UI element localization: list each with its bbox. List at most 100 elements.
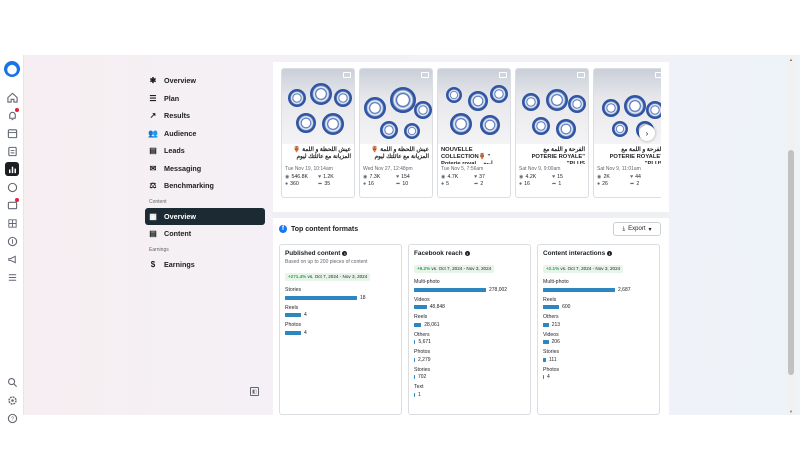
post-thumbnail bbox=[438, 69, 510, 144]
nav-item-overview[interactable]: ▦ Overview bbox=[145, 207, 265, 225]
meta-business-logo-icon[interactable]: ⬤ bbox=[4, 61, 20, 77]
format-value: 206 bbox=[551, 339, 560, 345]
settings-gear-icon[interactable] bbox=[5, 393, 19, 407]
format-bar-line: 2,687 bbox=[543, 287, 654, 293]
help-icon[interactable]: ? bbox=[5, 411, 19, 425]
format-row: Multi-photo 2,687 bbox=[543, 279, 654, 293]
share-icon: ➦ bbox=[318, 181, 323, 187]
plate-shape bbox=[364, 97, 386, 119]
heart-icon: ♥ bbox=[630, 174, 634, 180]
caret-down-icon: ▾ bbox=[648, 226, 652, 233]
format-value: 600 bbox=[562, 304, 571, 310]
heart-icon: ♥ bbox=[474, 174, 478, 180]
post-caption: الفرحة و اللمة مع "POTERIE ROYALE PLUS" bbox=[609, 147, 661, 164]
format-value: 48,848 bbox=[429, 304, 445, 310]
carousel-next-chevron-icon[interactable]: › bbox=[639, 125, 655, 141]
insights-icon[interactable] bbox=[5, 162, 19, 176]
format-row: Videos 48,848 bbox=[414, 297, 525, 310]
card-title-text: Facebook reach bbox=[414, 250, 463, 257]
comparison-badge: +2.1% vs. Oct 7, 2024 - Nov 3, 2024 bbox=[543, 264, 624, 273]
delta-value: +2.1% bbox=[546, 266, 560, 271]
posts-icon[interactable] bbox=[5, 144, 19, 158]
nav-item-benchmarking[interactable]: ⚖ Benchmarking bbox=[145, 177, 265, 195]
nav-item-audience[interactable]: 👥 Audience bbox=[145, 125, 265, 143]
nav-item-label: Benchmarking bbox=[164, 181, 214, 191]
inbox-icon[interactable] bbox=[5, 180, 19, 194]
format-label: Stories bbox=[414, 366, 431, 373]
notifications-icon[interactable] bbox=[5, 108, 19, 122]
monetization-icon[interactable] bbox=[5, 234, 19, 248]
comment-icon: ● bbox=[285, 181, 289, 187]
format-bar bbox=[543, 375, 544, 379]
export-button[interactable]: ⤓ Export ▾ bbox=[613, 222, 661, 236]
format-row: Photos 2,279 bbox=[414, 349, 525, 363]
info-icon[interactable]: i bbox=[607, 251, 613, 256]
sparkle-icon: ✱ bbox=[149, 76, 157, 86]
home-icon[interactable] bbox=[5, 90, 19, 104]
nav-item-results[interactable]: ↗ Results bbox=[145, 107, 265, 125]
format-card: Published content i Based on up to 200 p… bbox=[279, 244, 402, 415]
format-label: Photos bbox=[543, 366, 560, 373]
comments-stat: ● 16 bbox=[363, 181, 396, 187]
scroll-down-arrow-icon[interactable]: ▼ bbox=[787, 407, 795, 415]
post-card[interactable]: NOUVELLE COLLECTION🏺 " Poterie royal... … bbox=[437, 68, 511, 198]
megaphone-icon[interactable] bbox=[5, 252, 19, 266]
search-icon[interactable] bbox=[5, 375, 19, 389]
scroll-up-arrow-icon[interactable]: ▲ bbox=[787, 55, 795, 63]
plate-shape bbox=[322, 113, 344, 135]
planner-icon[interactable] bbox=[5, 216, 19, 230]
card-title-text: Content interactions bbox=[543, 250, 606, 257]
shares-stat: ➦ 2 bbox=[630, 181, 661, 187]
nav-item-label: Plan bbox=[164, 93, 180, 103]
nav-item-plan[interactable]: ☰ Plan bbox=[145, 90, 265, 108]
post-card[interactable]: عيش اللحظة و اللمة 🏺المزيانة مع عائلتك ل… bbox=[281, 68, 355, 198]
post-stats: ◉ 2K ♥ 44 ● 26 ➦ 2 bbox=[594, 172, 661, 187]
format-row: Others 213 bbox=[543, 314, 654, 328]
info-icon[interactable]: i bbox=[342, 251, 348, 256]
top-content-formats-header: f Top content formats bbox=[279, 225, 358, 233]
format-value: 1 bbox=[418, 391, 421, 398]
format-label: Others bbox=[543, 314, 559, 320]
plate-shape bbox=[334, 89, 352, 107]
post-card[interactable]: عيش اللحظة و اللمة 🏺المزيانة مع عائلتك ل… bbox=[359, 68, 433, 198]
delta-period: vs. Oct 7, 2024 - Nov 3, 2024 bbox=[306, 274, 368, 279]
format-value: 2,279 bbox=[418, 356, 431, 363]
page-scrollbar[interactable]: ▲ ▼ bbox=[787, 55, 795, 415]
all-tools-menu-icon[interactable] bbox=[5, 270, 19, 284]
likes-value: 15 bbox=[557, 174, 563, 180]
heart-icon: ♥ bbox=[318, 174, 322, 180]
plate-shape bbox=[546, 89, 568, 111]
content-overview-panel: عيش اللحظة و اللمة 🏺المزيانة مع عائلتك ل… bbox=[273, 62, 669, 415]
post-card[interactable]: الفرحة و اللمة مع "POTERIE ROYALE PLUS" … bbox=[515, 68, 589, 198]
plate-shape bbox=[568, 95, 586, 113]
scrollbar-thumb[interactable] bbox=[788, 150, 794, 375]
ads-icon[interactable] bbox=[5, 198, 19, 212]
format-bar bbox=[414, 392, 415, 397]
messaging-icon: ✉ bbox=[149, 163, 157, 173]
format-label: Reels bbox=[414, 314, 428, 320]
calendar-icon[interactable] bbox=[5, 126, 19, 140]
format-row: Stories 702 bbox=[414, 366, 525, 380]
comments-value: 16 bbox=[368, 181, 374, 187]
likes-value: 154 bbox=[401, 174, 410, 180]
post-date: Tue Nov 5, 7:56am bbox=[441, 166, 484, 172]
format-label: Photos bbox=[414, 349, 431, 355]
app-rail: ⬤ ? bbox=[0, 55, 24, 423]
post-thumbnail bbox=[360, 69, 432, 144]
format-row: Reels 600 bbox=[543, 297, 654, 310]
post-caption: الفرحة و اللمة مع "POTERIE ROYALE PLUS" bbox=[531, 147, 585, 164]
collapse-sidebar-icon[interactable]: ◧ bbox=[250, 387, 259, 396]
nav-item-leads[interactable]: ▤ Leads bbox=[145, 142, 265, 160]
reach-stat: ◉ 4.2K bbox=[519, 174, 552, 180]
nav-item-overview[interactable]: ✱ Overview bbox=[145, 72, 265, 90]
plate-shape bbox=[310, 83, 332, 105]
format-bar bbox=[285, 295, 357, 300]
format-bar-line: 278,002 bbox=[414, 287, 525, 293]
info-icon[interactable]: i bbox=[464, 251, 470, 256]
nav-item-content[interactable]: ▤ Content bbox=[145, 225, 265, 243]
format-value: 5,671 bbox=[418, 339, 431, 345]
nav-item-earnings[interactable]: $ Earnings bbox=[145, 256, 265, 274]
nav-item-messaging[interactable]: ✉ Messaging bbox=[145, 160, 265, 178]
plate-shape bbox=[288, 89, 306, 107]
media-type-icon bbox=[499, 72, 507, 78]
